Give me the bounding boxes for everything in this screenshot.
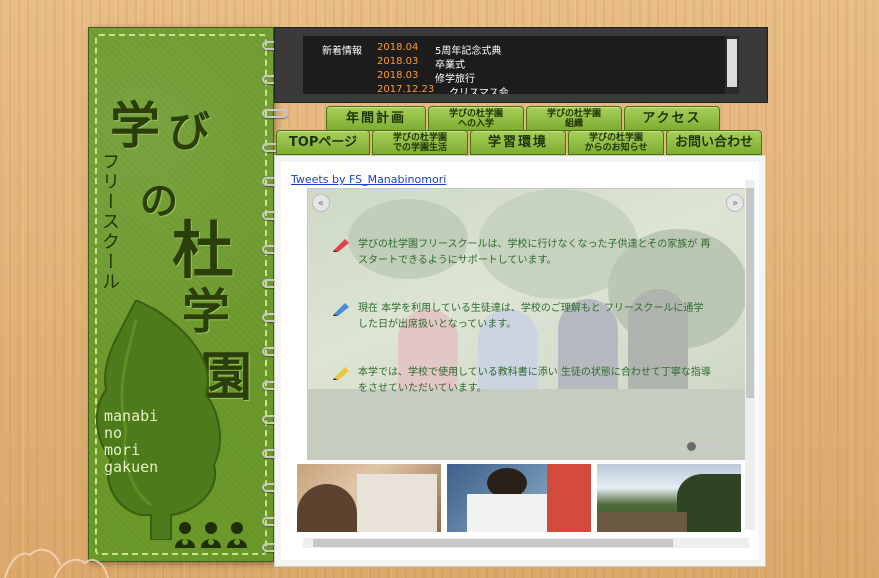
slide-dot[interactable]	[687, 442, 696, 451]
news-list: 2018.04 5周年記念式典 2018.03 卒業式 2018.03 修学旅行…	[377, 42, 509, 94]
news-item[interactable]: 2017.12.23 クリスマス会	[377, 84, 509, 94]
vertical-scrollbar[interactable]	[745, 180, 755, 530]
news-title[interactable]: 5周年記念式典	[435, 42, 501, 57]
news-item[interactable]: 2018.03 修学旅行	[377, 70, 509, 85]
tab-label: 学びの杜学園	[546, 108, 601, 119]
thumbnail-studying[interactable]	[447, 464, 591, 532]
news-box: 新着情報 2018.04 5周年記念式典 2018.03 卒業式 2018.03…	[303, 36, 739, 94]
tab-label: TOPページ	[288, 134, 358, 150]
news-date: 2018.03	[377, 56, 419, 67]
tab-label: 年間計画	[345, 110, 406, 126]
slide-pagination	[687, 442, 722, 451]
bullet-text: 本学では、学校で使用している教科書に添い 生徒の状態に合わせて丁寧な指導をさせて…	[358, 367, 711, 394]
news-title[interactable]: 修学旅行	[435, 70, 475, 85]
yellow-pencil-icon	[333, 367, 349, 380]
slide-dot[interactable]	[700, 442, 709, 451]
tab-label-sub: での学園生活	[392, 142, 447, 153]
slide-next-button[interactable]: »	[726, 194, 744, 212]
tab-organization[interactable]: 学びの杜学園 組織	[526, 106, 622, 131]
image-slider: « » 学びの杜学園フリースクールは、学校に行けなくなった子供達とその家族が 再…	[307, 188, 749, 460]
tab-label: 学びの杜学園	[392, 132, 447, 143]
feature-bullet: 学びの杜学園フリースクールは、学校に行けなくなった子供達とその家族が 再スタート…	[332, 237, 712, 269]
news-scrollbar[interactable]	[725, 36, 739, 94]
tab-annual-plan[interactable]: 年間計画	[326, 106, 426, 131]
title-char-1: 学	[110, 96, 160, 155]
news-date: 2018.03	[377, 70, 419, 81]
leaf-decoration-icon	[4, 548, 109, 578]
bullet-text: 学びの杜学園フリースクールは、学校に行けなくなった子供達とその家族が 再スタート…	[358, 239, 711, 266]
news-date: 2017.12.23	[377, 84, 435, 94]
main-content: Tweets by FS_Manabinomori « » 学びの杜学園フリース…	[274, 155, 766, 567]
blue-pencil-icon	[333, 303, 349, 316]
thumbnail-strip	[297, 464, 751, 532]
news-scroll-thumb[interactable]	[727, 39, 737, 87]
tab-label: お問い合わせ	[674, 134, 753, 150]
vertical-scroll-thumb[interactable]	[746, 188, 754, 398]
thumbnail-landscape[interactable]	[597, 464, 741, 532]
slide-prev-button[interactable]: «	[312, 194, 330, 212]
horizontal-scrollbar[interactable]	[303, 538, 749, 548]
news-title[interactable]: クリスマス会	[449, 84, 509, 94]
tab-label: 学びの杜学園	[588, 132, 643, 143]
spiral-ring	[262, 109, 288, 118]
news-label: 新着情報	[322, 46, 362, 57]
news-item[interactable]: 2018.04 5周年記念式典	[377, 42, 509, 57]
horizontal-scroll-thumb[interactable]	[313, 539, 673, 547]
news-item[interactable]: 2018.03 卒業式	[377, 56, 509, 71]
people-logo-icon	[175, 522, 247, 548]
slide-dot[interactable]	[713, 442, 722, 451]
tab-label-sub: への入学	[457, 118, 494, 129]
romaji-name: manabi no mori gakuen	[104, 407, 159, 476]
title-subtitle: フリースクール	[99, 152, 120, 292]
red-pencil-icon	[333, 239, 349, 252]
tab-admission[interactable]: 学びの杜学園 への入学	[428, 106, 524, 131]
bullet-text: 現在 本学を利用している生徒達は、学校のご理解もと フリースクールに通学した日が…	[358, 303, 704, 330]
title-char-2: び	[168, 107, 211, 156]
tab-top-page[interactable]: TOPページ	[276, 130, 370, 155]
tab-label-sub: 組織	[564, 118, 583, 129]
news-title[interactable]: 卒業式	[435, 56, 465, 71]
tab-access[interactable]: アクセス	[624, 106, 720, 131]
tab-label: 学びの杜学園	[448, 108, 503, 119]
tab-label-sub: からのお知らせ	[584, 142, 648, 153]
news-date: 2018.04	[377, 42, 419, 53]
tab-contact[interactable]: お問い合わせ	[666, 130, 762, 155]
tab-learning-environment[interactable]: 学習環境	[470, 130, 566, 155]
tab-label: アクセス	[642, 110, 702, 126]
tab-label: 学習環境	[487, 134, 548, 150]
news-panel: 新着情報 2018.04 5周年記念式典 2018.03 卒業式 2018.03…	[274, 27, 768, 103]
feature-bullet: 本学では、学校で使用している教科書に添い 生徒の状態に合わせて丁寧な指導をさせて…	[332, 365, 712, 397]
content-inner: Tweets by FS_Manabinomori « » 学びの杜学園フリース…	[281, 162, 759, 560]
tab-notices[interactable]: 学びの杜学園 からのお知らせ	[568, 130, 664, 155]
tweets-link[interactable]: Tweets by FS_Manabinomori	[291, 173, 446, 186]
thumbnail-classroom[interactable]	[297, 464, 441, 532]
tab-school-life[interactable]: 学びの杜学園 での学園生活	[372, 130, 468, 155]
feature-bullet: 現在 本学を利用している生徒達は、学校のご理解もと フリースクールに通学した日が…	[332, 301, 712, 333]
